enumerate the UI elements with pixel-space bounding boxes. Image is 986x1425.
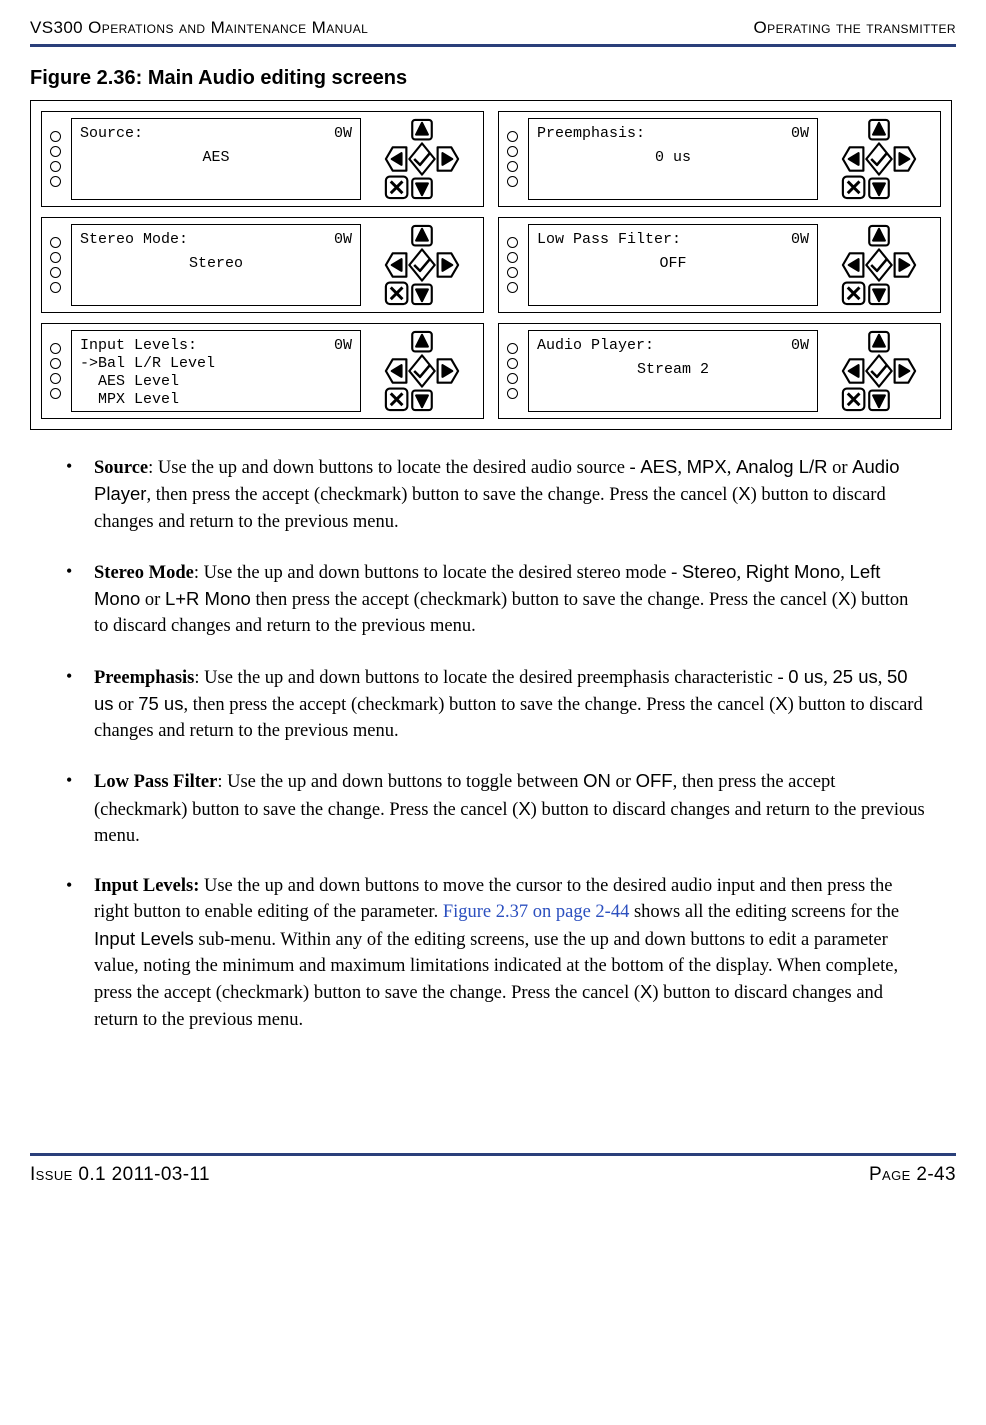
lcd-display: Preemphasis: 0W 0 us [528, 118, 818, 200]
led-icon [50, 252, 61, 263]
lcd-value: Stereo [80, 255, 352, 273]
led-icon [50, 373, 61, 384]
led-icon [507, 146, 518, 157]
led-icon [50, 131, 61, 142]
lcd-display: Source: 0W AES [71, 118, 361, 200]
lcd-power: 0W [334, 125, 352, 143]
lcd-title: Preemphasis: [537, 125, 645, 143]
status-leds [505, 131, 522, 187]
led-icon [50, 146, 61, 157]
term-lpf: Low Pass Filter [94, 772, 217, 792]
status-leds [48, 131, 65, 187]
lcd-display: Stereo Mode: 0W Stereo [71, 224, 361, 306]
term-input-levels: Input Levels: [94, 876, 199, 896]
nav-pad[interactable] [367, 224, 477, 306]
led-icon [507, 343, 518, 354]
led-icon [50, 358, 61, 369]
lcd-line: AES Level [80, 373, 352, 391]
led-icon [50, 282, 61, 293]
header-left: VS300 Operations and Maintenance Manual [30, 18, 368, 38]
nav-pad[interactable] [367, 330, 477, 412]
term-preemphasis: Preemphasis [94, 668, 194, 688]
description-list: Source: Use the up and down buttons to l… [60, 454, 926, 1033]
nav-pad[interactable] [367, 118, 477, 200]
figure-caption: Figure 2.36: Main Audio editing screens [30, 67, 956, 90]
led-icon [507, 282, 518, 293]
lcd-panel: Input Levels: 0W->Bal L/R Level AES Level… [41, 323, 484, 419]
led-icon [507, 267, 518, 278]
led-icon [507, 176, 518, 187]
lcd-title: Audio Player: [537, 337, 654, 355]
lcd-value: 0 us [537, 149, 809, 167]
lcd-power: 0W [334, 231, 352, 249]
lcd-panel: Stereo Mode: 0W Stereo [41, 217, 484, 313]
lcd-title: Input Levels: [80, 337, 197, 355]
lcd-panel: Audio Player: 0W Stream 2 [498, 323, 941, 419]
led-icon [50, 267, 61, 278]
status-leds [48, 237, 65, 293]
term-source: Source [94, 458, 148, 478]
led-icon [507, 161, 518, 172]
nav-pad[interactable] [824, 330, 934, 412]
nav-pad[interactable] [824, 224, 934, 306]
lcd-panel: Source: 0W AES [41, 111, 484, 207]
page-header: VS300 Operations and Maintenance Manual … [30, 18, 956, 44]
lcd-display: Low Pass Filter: 0W OFF [528, 224, 818, 306]
led-icon [507, 373, 518, 384]
lcd-power: 0W [334, 337, 352, 355]
led-icon [507, 358, 518, 369]
led-icon [507, 237, 518, 248]
lcd-value: AES [80, 149, 352, 167]
led-icon [507, 131, 518, 142]
lcd-display: Input Levels: 0W->Bal L/R Level AES Level… [71, 330, 361, 412]
led-icon [50, 237, 61, 248]
bullet-input-levels: Input Levels: Use the up and down button… [60, 873, 926, 1033]
lcd-value: Stream 2 [537, 361, 809, 379]
bullet-source: Source: Use the up and down buttons to l… [60, 454, 926, 535]
status-leds [505, 343, 522, 399]
screens-grid: Source: 0W AES Preemphasis: 0W 0 us [41, 111, 941, 419]
bullet-stereo: Stereo Mode: Use the up and down buttons… [60, 559, 926, 640]
lcd-line: ->Bal L/R Level [80, 355, 352, 373]
nav-pad[interactable] [824, 118, 934, 200]
status-leds [48, 343, 65, 399]
footer-right: Page 2-43 [869, 1164, 956, 1186]
lcd-title: Source: [80, 125, 143, 143]
led-icon [507, 388, 518, 399]
status-leds [505, 237, 522, 293]
screens-frame: Source: 0W AES Preemphasis: 0W 0 us [30, 100, 952, 430]
led-icon [50, 161, 61, 172]
lcd-panel: Low Pass Filter: 0W OFF [498, 217, 941, 313]
lcd-title: Low Pass Filter: [537, 231, 681, 249]
term-stereo: Stereo Mode [94, 563, 194, 583]
page-footer: Issue 0.1 2011-03-11 Page 2-43 [30, 1156, 956, 1206]
lcd-power: 0W [791, 231, 809, 249]
bullet-lpf: Low Pass Filter: Use the up and down but… [60, 768, 926, 849]
led-icon [50, 176, 61, 187]
led-icon [507, 252, 518, 263]
bullet-preemphasis: Preemphasis: Use the up and down buttons… [60, 664, 926, 745]
lcd-power: 0W [791, 125, 809, 143]
header-right: Operating the transmitter [754, 18, 956, 38]
led-icon [50, 388, 61, 399]
lcd-value: OFF [537, 255, 809, 273]
lcd-panel: Preemphasis: 0W 0 us [498, 111, 941, 207]
lcd-line: MPX Level [80, 391, 352, 409]
lcd-display: Audio Player: 0W Stream 2 [528, 330, 818, 412]
lcd-power: 0W [791, 337, 809, 355]
led-icon [50, 343, 61, 354]
header-rule [30, 44, 956, 47]
cross-reference-link[interactable]: Figure 2.37 on page 2-44 [443, 902, 630, 922]
lcd-title: Stereo Mode: [80, 231, 188, 249]
footer-left: Issue 0.1 2011-03-11 [30, 1164, 210, 1186]
